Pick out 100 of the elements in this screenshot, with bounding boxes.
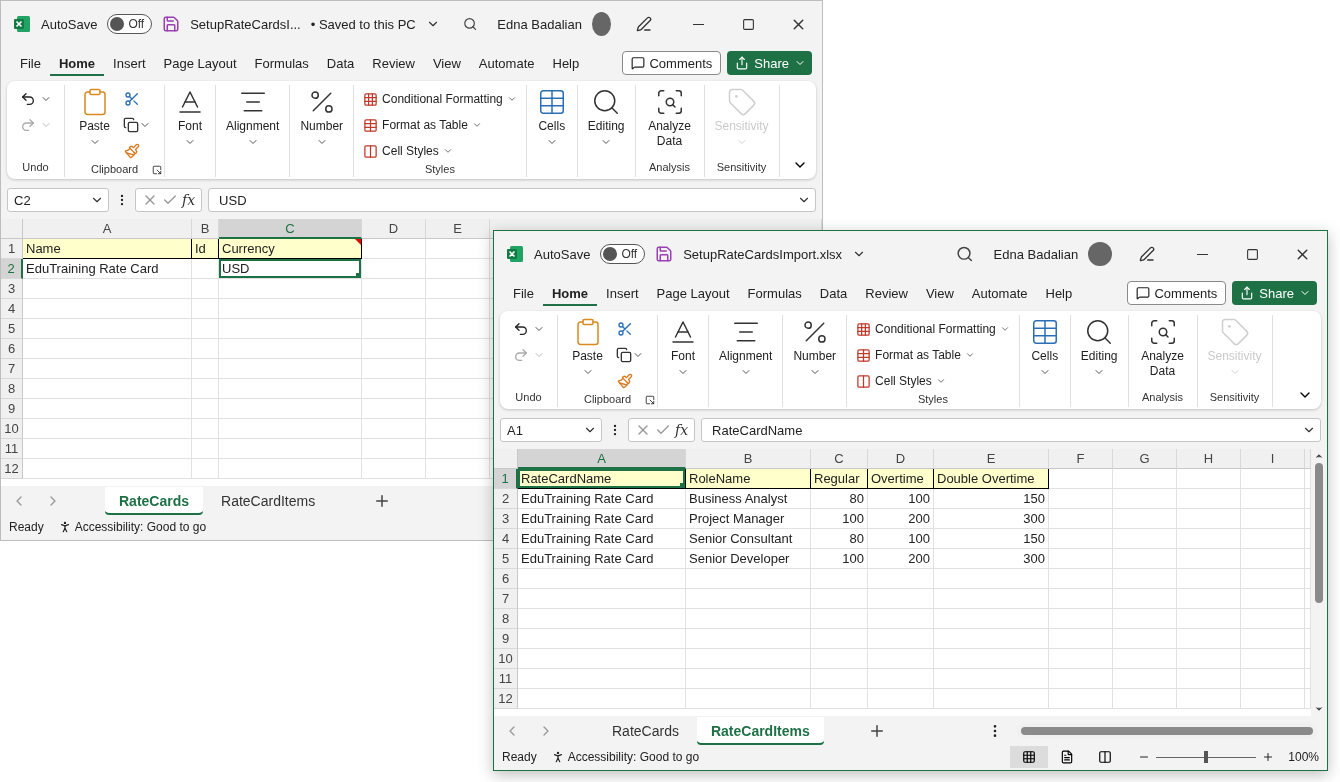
- column-header[interactable]: B: [192, 219, 219, 239]
- save-status[interactable]: • Saved to this PC: [310, 16, 416, 32]
- autosave-toggle[interactable]: Off: [600, 244, 646, 264]
- styles-menu-button[interactable]: Cell Styles: [360, 139, 520, 163]
- menu-tab[interactable]: Help: [1036, 280, 1082, 306]
- column-header[interactable]: E: [426, 219, 490, 239]
- ribbon-button[interactable]: Font: [171, 85, 209, 150]
- menu-tab[interactable]: Review: [856, 280, 917, 306]
- ribbon-button[interactable]: Number: [789, 315, 841, 380]
- row-header[interactable]: 8: [1, 379, 23, 399]
- row-header[interactable]: 5: [1, 319, 23, 339]
- file-name[interactable]: SetupRateCardsImport.xlsx: [683, 246, 843, 262]
- comments-button[interactable]: Comments: [1127, 281, 1227, 305]
- menu-tab[interactable]: Automate: [469, 50, 544, 76]
- name-box[interactable]: A1: [500, 418, 602, 442]
- comments-button[interactable]: Comments: [622, 51, 722, 75]
- autosave-toggle[interactable]: Off: [107, 14, 153, 34]
- row-header[interactable]: 9: [494, 629, 518, 649]
- row-header[interactable]: 9: [1, 399, 23, 419]
- user-name[interactable]: Edna Badalian: [497, 16, 582, 32]
- sheet-tab[interactable]: RateCardItems: [696, 717, 824, 745]
- search-icon[interactable]: [463, 15, 478, 33]
- ribbon-button[interactable]: Cells: [1025, 315, 1064, 380]
- ribbon-button[interactable]: Font: [664, 315, 702, 380]
- row-header[interactable]: 3: [494, 509, 518, 529]
- paste-button[interactable]: Paste: [75, 85, 114, 150]
- sheet-tab[interactable]: RateCards: [598, 717, 693, 745]
- ribbon-button[interactable]: Editing: [1076, 315, 1122, 380]
- share-button[interactable]: Share: [1232, 281, 1317, 305]
- row-header[interactable]: 1: [494, 469, 518, 489]
- view-button[interactable]: [1010, 746, 1049, 768]
- column-header[interactable]: C: [811, 449, 868, 469]
- file-name[interactable]: SetupRateCardsI...: [190, 16, 301, 32]
- row-header[interactable]: 10: [1, 419, 23, 439]
- menu-tab[interactable]: Page Layout: [647, 280, 739, 306]
- column-header[interactable]: A: [518, 449, 686, 469]
- column-header[interactable]: D: [868, 449, 934, 469]
- styles-menu-button[interactable]: Cell Styles: [853, 369, 1013, 393]
- row-header[interactable]: 5: [494, 549, 518, 569]
- menu-tab[interactable]: View: [423, 50, 470, 76]
- row-header[interactable]: 7: [1, 359, 23, 379]
- menu-tab[interactable]: Insert: [597, 280, 648, 306]
- insert-function-button[interactable]: fx: [675, 422, 689, 438]
- column-header[interactable]: C: [219, 219, 362, 239]
- insert-function-button[interactable]: fx: [182, 192, 196, 208]
- name-box[interactable]: C2: [7, 188, 109, 212]
- menu-tab[interactable]: File: [11, 50, 50, 76]
- menu-tab[interactable]: Help: [543, 50, 589, 76]
- menu-tab[interactable]: Data: [317, 50, 364, 76]
- menu-tab[interactable]: Insert: [104, 50, 155, 76]
- row-header[interactable]: 3: [1, 279, 23, 299]
- ribbon-button[interactable]: Alignment: [715, 315, 777, 380]
- styles-menu-button[interactable]: Format as Table: [853, 343, 1013, 367]
- column-header[interactable]: B: [686, 449, 811, 469]
- row-header[interactable]: 2: [494, 489, 518, 509]
- menu-tab[interactable]: Automate: [962, 280, 1037, 306]
- ribbon-button[interactable]: Analyze Data: [641, 85, 698, 151]
- row-header[interactable]: 7: [494, 589, 518, 609]
- menu-tab[interactable]: Home: [49, 50, 105, 76]
- ribbon-button[interactable]: Number: [296, 85, 348, 150]
- row-header[interactable]: 4: [494, 529, 518, 549]
- styles-menu-button[interactable]: Conditional Formatting: [853, 317, 1013, 341]
- avatar[interactable]: [1088, 242, 1112, 266]
- ribbon-button[interactable]: Editing: [583, 85, 629, 150]
- styles-menu-button[interactable]: Conditional Formatting: [360, 87, 520, 111]
- styles-menu-button[interactable]: Format as Table: [360, 113, 520, 137]
- zoom-level[interactable]: 100%: [1288, 750, 1319, 764]
- menu-tab[interactable]: File: [504, 280, 543, 306]
- row-header[interactable]: 12: [494, 689, 518, 709]
- save-icon[interactable]: [162, 15, 181, 33]
- row-header[interactable]: 11: [1, 439, 23, 459]
- menu-tab[interactable]: Page Layout: [154, 50, 246, 76]
- formula-field[interactable]: USD: [208, 188, 816, 212]
- avatar[interactable]: [591, 12, 611, 36]
- ribbon-button[interactable]: Cells: [532, 85, 571, 150]
- paste-button[interactable]: Paste: [568, 315, 607, 380]
- column-header[interactable]: G: [1113, 449, 1177, 469]
- menu-tab[interactable]: Formulas: [738, 280, 811, 306]
- row-header[interactable]: 6: [494, 569, 518, 589]
- menu-tab[interactable]: Review: [363, 50, 424, 76]
- menu-tab[interactable]: Formulas: [245, 50, 318, 76]
- column-header[interactable]: E: [934, 449, 1049, 469]
- row-header[interactable]: 4: [1, 299, 23, 319]
- menu-tab[interactable]: View: [916, 280, 963, 306]
- formula-field[interactable]: RateCardName: [701, 418, 1321, 442]
- ribbon-button[interactable]: Alignment: [222, 85, 284, 150]
- search-icon[interactable]: [956, 245, 974, 263]
- column-header[interactable]: F: [1049, 449, 1113, 469]
- save-icon[interactable]: [655, 245, 674, 263]
- dialog-launcher-icon[interactable]: [645, 395, 655, 405]
- column-header[interactable]: I: [1241, 449, 1305, 469]
- ribbon-button[interactable]: Analyze Data: [1134, 315, 1191, 381]
- zoom-in-icon[interactable]: [1262, 751, 1275, 763]
- row-header[interactable]: 2: [1, 259, 23, 279]
- row-header[interactable]: 11: [494, 669, 518, 689]
- share-button[interactable]: Share: [727, 51, 812, 75]
- menu-tab[interactable]: Data: [810, 280, 857, 306]
- row-header[interactable]: 8: [494, 609, 518, 629]
- scroll-up-icon[interactable]: [1314, 451, 1324, 461]
- dialog-launcher-icon[interactable]: [152, 165, 162, 175]
